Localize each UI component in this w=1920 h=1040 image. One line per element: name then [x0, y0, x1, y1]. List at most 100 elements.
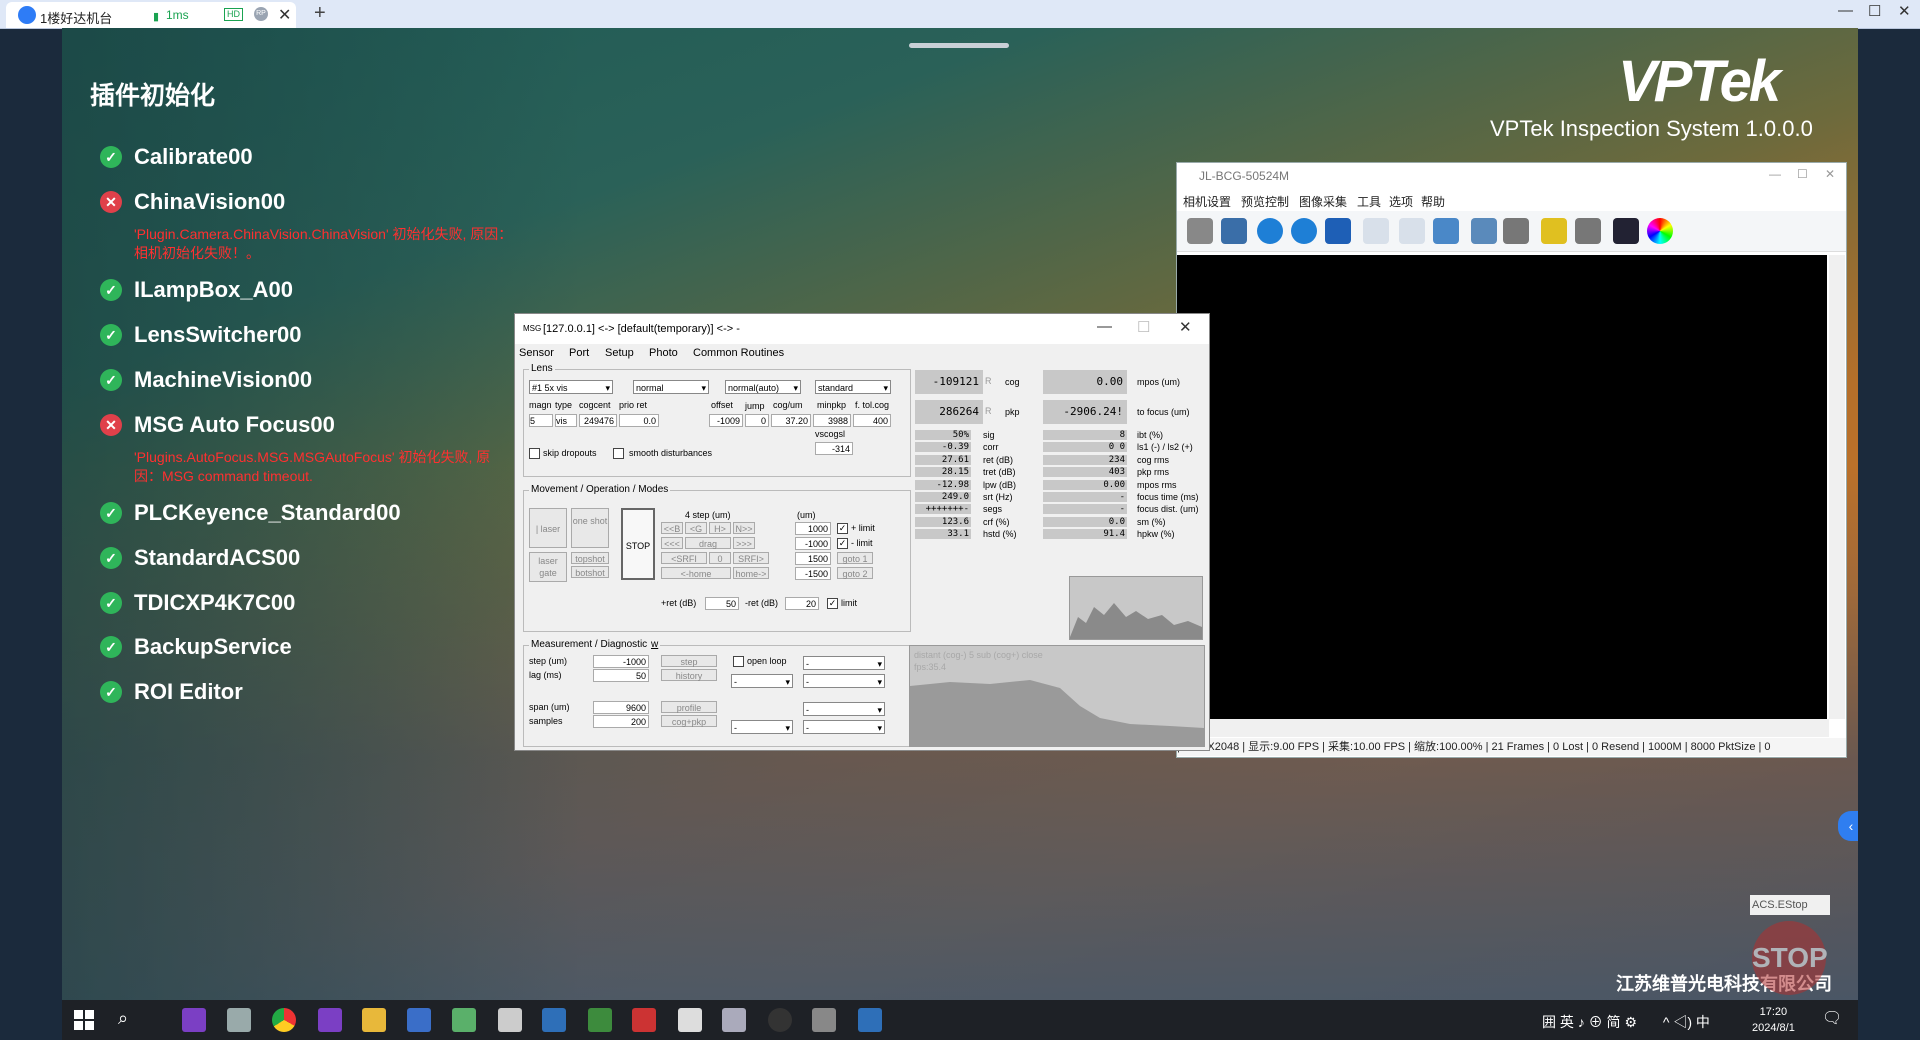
chrome-icon[interactable]: [272, 1008, 296, 1032]
cam-minimize-icon[interactable]: —: [1769, 167, 1781, 181]
vscogsl-field[interactable]: -314: [815, 442, 853, 455]
color-wheel-icon[interactable]: [1647, 218, 1673, 244]
move-button[interactable]: 0: [709, 552, 731, 564]
profile-button[interactable]: profile: [661, 701, 717, 713]
mode3-select[interactable]: standard: [815, 380, 891, 395]
menu-sensor[interactable]: Sensor: [519, 347, 554, 359]
zoom-out-icon[interactable]: [1399, 218, 1425, 244]
move-button[interactable]: <-home: [661, 567, 731, 579]
span-field[interactable]: 9600: [593, 701, 649, 714]
samples-field[interactable]: 200: [593, 715, 649, 728]
meas-select-2[interactable]: -: [803, 656, 885, 671]
app-icon[interactable]: [722, 1008, 746, 1032]
one-shot-button[interactable]: one shot: [571, 508, 609, 548]
cam-menu-item[interactable]: 选项: [1389, 193, 1413, 210]
side-collapse-button[interactable]: ‹: [1838, 811, 1858, 841]
minus-limit-checkbox[interactable]: ✓: [837, 538, 848, 549]
move-button[interactable]: <<<: [661, 537, 683, 549]
image-icon[interactable]: [1471, 218, 1497, 244]
goto2-button[interactable]: goto 2: [837, 567, 873, 579]
cam-menu-item[interactable]: 帮助: [1421, 193, 1445, 210]
laser-gate-button[interactable]: laser gate: [529, 552, 567, 582]
maximize-icon[interactable]: ☐: [1868, 2, 1881, 20]
move-button[interactable]: <G: [685, 522, 707, 534]
menu-common-routines[interactable]: Common Routines: [693, 347, 784, 359]
jump-field[interactable]: 0: [745, 414, 769, 427]
notification-icon[interactable]: 🗨: [1822, 1008, 1846, 1032]
step-button[interactable]: step: [661, 655, 717, 667]
app-icon[interactable]: [227, 1008, 251, 1032]
ae-icon[interactable]: [1613, 218, 1639, 244]
app-icon[interactable]: [498, 1008, 522, 1032]
cam-maximize-icon[interactable]: ☐: [1797, 167, 1808, 181]
settings-icon[interactable]: [1187, 218, 1213, 244]
app-icon[interactable]: [452, 1008, 476, 1032]
cam-menu-item[interactable]: 工具: [1357, 193, 1381, 210]
meas-select-1[interactable]: -: [731, 674, 793, 689]
meas-select-6[interactable]: -: [803, 720, 885, 735]
move-button[interactable]: drag: [685, 537, 731, 549]
goto2-field[interactable]: -1500: [795, 567, 831, 580]
file-explorer-icon[interactable]: [362, 1008, 386, 1032]
menu-port[interactable]: Port: [569, 347, 589, 359]
new-tab-button[interactable]: +: [314, 2, 326, 25]
visual-studio-icon[interactable]: [182, 1008, 206, 1032]
skip-dropouts-checkbox[interactable]: [529, 448, 540, 459]
visual-studio-icon[interactable]: [318, 1008, 342, 1032]
move-button[interactable]: N>>: [733, 522, 755, 534]
lag-field[interactable]: 50: [593, 669, 649, 682]
menu-photo[interactable]: Photo: [649, 347, 678, 359]
vis-app-icon[interactable]: [858, 1008, 882, 1032]
document-icon[interactable]: [678, 1008, 702, 1032]
vertical-scrollbar[interactable]: [1829, 255, 1845, 719]
stop-icon[interactable]: [1325, 218, 1351, 244]
minus-limit-field[interactable]: -1000: [795, 537, 831, 550]
topshot-button[interactable]: topshot: [571, 552, 609, 564]
move-button[interactable]: <SRFI: [661, 552, 707, 564]
ftol-field[interactable]: 400: [853, 414, 891, 427]
msg-close-icon[interactable]: ✕: [1179, 318, 1192, 336]
history-button[interactable]: history: [661, 669, 717, 681]
botshot-button[interactable]: botshot: [571, 566, 609, 578]
limit-checkbox[interactable]: ✓: [827, 598, 838, 609]
plus-limit-field[interactable]: 1000: [795, 522, 831, 535]
open-loop-checkbox[interactable]: [733, 656, 744, 667]
meas-step-field[interactable]: -1000: [593, 655, 649, 668]
windows-start-icon[interactable]: [72, 1008, 96, 1032]
cam-menu-item[interactable]: 预览控制: [1241, 193, 1289, 210]
magn-field[interactable]: 5: [529, 414, 553, 427]
stop-button[interactable]: STOP: [621, 508, 655, 580]
cogcent-field[interactable]: 249476: [579, 414, 617, 427]
cog-um-field[interactable]: 37.20: [771, 414, 811, 427]
meas-select-3[interactable]: -: [803, 674, 885, 689]
mode1-select[interactable]: normal: [633, 380, 709, 395]
pause-icon[interactable]: [1291, 218, 1317, 244]
tray-icons[interactable]: ^ ◁) 中: [1663, 1014, 1710, 1030]
msg-maximize-icon[interactable]: ☐: [1137, 318, 1150, 336]
notepad-icon[interactable]: [588, 1008, 612, 1032]
info-icon[interactable]: [1221, 218, 1247, 244]
menu-setup[interactable]: Setup: [605, 347, 634, 359]
camera-app-icon[interactable]: [812, 1008, 836, 1032]
offset-field[interactable]: -1009: [709, 414, 743, 427]
msg-minimize-icon[interactable]: —: [1097, 318, 1112, 335]
cog-pkp-button[interactable]: cog+pkp: [661, 715, 717, 727]
meas-select-5[interactable]: -: [803, 702, 885, 717]
mret-field[interactable]: 20: [785, 597, 819, 610]
goto1-field[interactable]: 1500: [795, 552, 831, 565]
horizontal-scrollbar[interactable]: [1177, 719, 1829, 737]
cam-close-icon[interactable]: ✕: [1825, 167, 1835, 181]
plus-limit-checkbox[interactable]: ✓: [837, 523, 848, 534]
drag-handle[interactable]: [909, 43, 1009, 48]
type-field[interactable]: vis: [555, 414, 577, 427]
app-icon[interactable]: [632, 1008, 656, 1032]
minpkp-field[interactable]: 3988: [813, 414, 851, 427]
minimize-icon[interactable]: —: [1838, 2, 1853, 19]
move-button[interactable]: >>>: [733, 537, 755, 549]
ime-indicator[interactable]: 囲 英 ♪ ⊕ 简 ⚙: [1542, 1014, 1637, 1030]
goto1-button[interactable]: goto 1: [837, 552, 873, 564]
move-button[interactable]: SRFI>: [733, 552, 769, 564]
wrench-icon[interactable]: [1575, 218, 1601, 244]
move-button[interactable]: home->: [733, 567, 769, 579]
clock[interactable]: 17:20 2024/8/1: [1752, 1004, 1795, 1036]
